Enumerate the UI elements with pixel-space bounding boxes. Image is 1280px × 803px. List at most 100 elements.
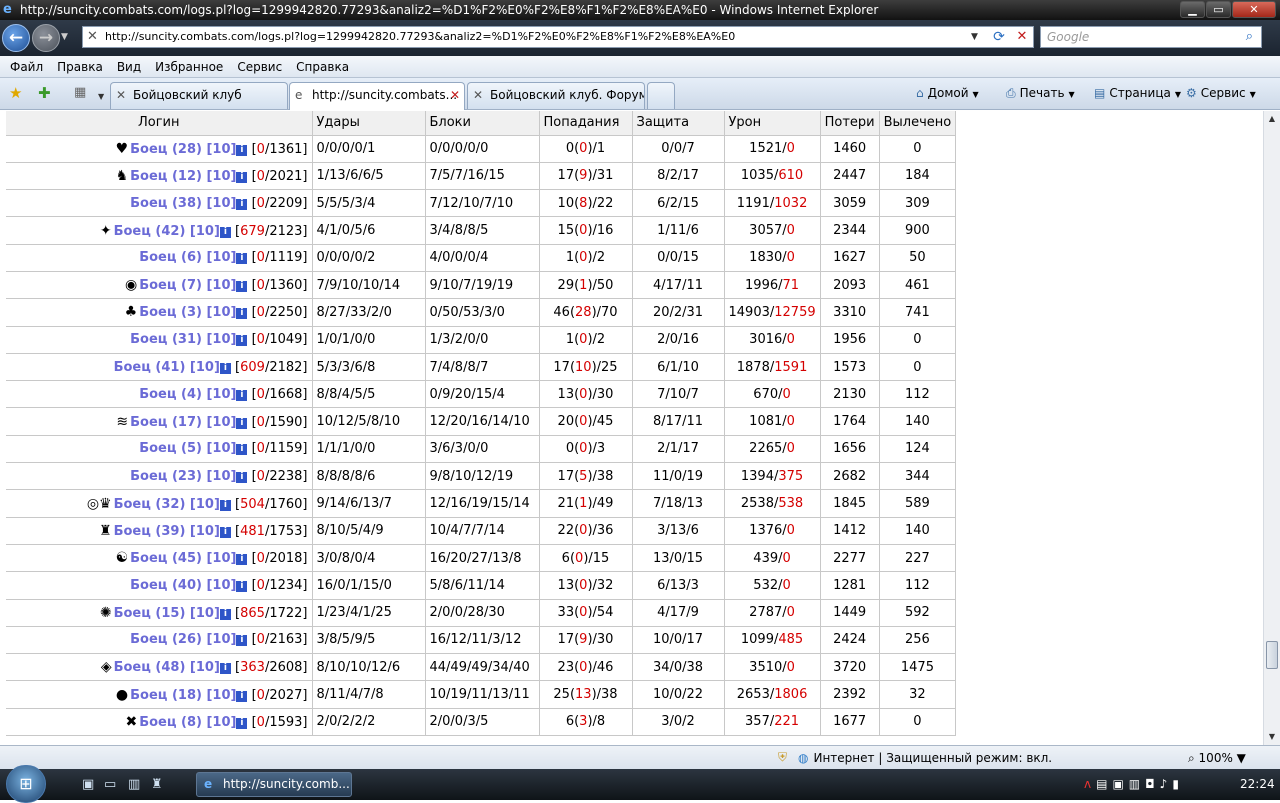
info-icon[interactable]: i (236, 389, 248, 401)
player-name[interactable]: Боец (17) [10] (130, 415, 236, 430)
show-desktop-icon[interactable]: ▭ (104, 777, 116, 792)
tab-close-icon[interactable]: ✕ (450, 83, 460, 108)
chevron-down-icon[interactable]: ▼ (1250, 90, 1256, 99)
stop-icon[interactable]: ✕ (1011, 27, 1033, 47)
info-icon[interactable]: i (236, 144, 248, 156)
taskbar-item-ie[interactable]: e http://suncity.comb... (196, 772, 352, 797)
player-name[interactable]: Боец (23) [10] (130, 469, 236, 484)
info-icon[interactable]: i (219, 608, 231, 620)
info-icon[interactable]: i (219, 526, 231, 538)
info-icon[interactable]: i (236, 580, 248, 592)
info-icon[interactable]: i (236, 281, 248, 293)
player-name[interactable]: Боец (40) [10] (130, 578, 236, 593)
player-name[interactable]: Боец (18) [10] (130, 688, 236, 703)
player-name[interactable]: Боец (8) [10] (139, 715, 236, 730)
player-name[interactable]: Боец (4) [10] (139, 387, 236, 402)
player-name[interactable]: Боец (48) [10] (114, 660, 220, 675)
player-name[interactable]: Боец (26) [10] (130, 632, 236, 647)
info-icon[interactable]: i (236, 417, 248, 429)
tab-logs[interactable]: e http://suncity.combats... ✕ (289, 82, 465, 110)
forward-button[interactable]: → (32, 24, 60, 52)
menu-file[interactable]: Файл (10, 60, 43, 74)
tray-app-icon[interactable]: ◘ (1145, 777, 1155, 791)
info-icon[interactable]: i (236, 444, 248, 456)
info-icon[interactable]: i (236, 690, 248, 702)
tray-app-icon[interactable]: ▤ (1096, 777, 1107, 791)
quicklaunch-icon[interactable]: ▣ (82, 777, 94, 792)
print-button[interactable]: ⎙ Печать ▼ (1006, 86, 1075, 101)
scroll-thumb[interactable] (1266, 641, 1278, 669)
player-name[interactable]: Боец (31) [10] (130, 332, 236, 347)
player-name[interactable]: Боец (42) [10] (114, 224, 220, 239)
antivirus-icon[interactable]: ᴧ (1084, 777, 1091, 791)
player-name[interactable]: Боец (6) [10] (139, 250, 236, 265)
minimize-button[interactable]: ▁ (1180, 1, 1205, 18)
player-name[interactable]: Боец (41) [10] (114, 360, 220, 375)
player-name[interactable]: Боец (32) [10] (114, 497, 220, 512)
info-icon[interactable]: i (219, 362, 231, 374)
app-icon[interactable]: ♜ (151, 777, 163, 792)
zoom-control[interactable]: ⌕ 100% ▼ (1188, 751, 1246, 766)
player-name[interactable]: Боец (38) [10] (130, 196, 236, 211)
search-input[interactable]: Google ⌕ (1040, 26, 1262, 48)
info-icon[interactable]: i (236, 198, 248, 210)
info-icon[interactable]: i (219, 226, 231, 238)
tab-combats-club[interactable]: ✕ Бойцовский клуб (110, 82, 288, 109)
info-icon[interactable]: i (219, 499, 231, 511)
info-icon[interactable]: i (236, 471, 248, 483)
chevron-down-icon[interactable]: ▼ (973, 90, 979, 99)
menu-favorites[interactable]: Избранное (155, 60, 223, 74)
close-button[interactable]: ✕ (1232, 1, 1276, 18)
favorites-star-icon[interactable]: ★ (9, 85, 22, 101)
menu-edit[interactable]: Правка (57, 60, 103, 74)
tools-button[interactable]: ⚙ Сервис ▼ (1186, 86, 1256, 100)
menu-view[interactable]: Вид (117, 60, 141, 74)
chevron-down-icon[interactable]: ▼ (1175, 90, 1181, 99)
clock[interactable]: 22:24 (1240, 777, 1275, 791)
tab-forum[interactable]: ✕ Бойцовский клуб. Форум... (467, 82, 645, 109)
table-row: Боец (23) [10] i [0/2238] 8/8/8/8/6 9/8/10/… (6, 462, 957, 491)
home-button[interactable]: ⌂ Домой ▼ (916, 86, 979, 100)
add-favorites-icon[interactable]: ✚ (38, 85, 51, 101)
player-name[interactable]: Боец (45) [10] (130, 551, 236, 566)
page-button[interactable]: ▤ Страница ▼ (1094, 86, 1181, 100)
url-field[interactable]: ✕ http://suncity.combats.com/logs.pl?log… (82, 26, 1034, 48)
tray-app-icon[interactable]: ▮ (1172, 777, 1179, 791)
info-icon[interactable]: i (236, 335, 248, 347)
back-button[interactable]: ← (2, 24, 30, 52)
maximize-button[interactable]: ▭ (1206, 1, 1231, 18)
vertical-scrollbar[interactable]: ▲ ▼ (1263, 111, 1280, 745)
scroll-up-icon[interactable]: ▲ (1264, 111, 1280, 127)
history-dropdown-icon[interactable]: ▼ (61, 32, 68, 42)
menu-tools[interactable]: Сервис (237, 60, 282, 74)
network-icon[interactable]: ▥ (1129, 777, 1140, 791)
info-icon[interactable]: i (219, 663, 231, 675)
player-name[interactable]: Боец (3) [10] (139, 305, 236, 320)
player-name[interactable]: Боец (5) [10] (139, 441, 236, 456)
player-name[interactable]: Боец (12) [10] (130, 169, 236, 184)
player-name[interactable]: Боец (39) [10] (114, 524, 220, 539)
search-icon[interactable]: ⌕ (1246, 27, 1253, 47)
info-icon[interactable]: i (236, 171, 248, 183)
chevron-down-icon[interactable]: ▼ (1069, 90, 1075, 99)
url-dropdown-icon[interactable]: ▼ (971, 27, 978, 47)
menu-help[interactable]: Справка (296, 60, 349, 74)
info-icon[interactable]: i (236, 253, 248, 265)
switch-windows-icon[interactable]: ▥ (128, 777, 140, 792)
info-icon[interactable]: i (236, 554, 248, 566)
tray-app-icon[interactable]: ▣ (1112, 777, 1123, 791)
volume-icon[interactable]: ♪ (1160, 777, 1168, 791)
info-icon[interactable]: i (236, 717, 248, 729)
info-icon[interactable]: i (236, 635, 248, 647)
player-name[interactable]: Боец (7) [10] (139, 278, 236, 293)
security-zone[interactable]: ◍ Интернет | Защищенный режим: вкл. (798, 751, 1052, 765)
player-name[interactable]: Боец (15) [10] (114, 606, 220, 621)
tab-list-dropdown-icon[interactable]: ▼ (98, 89, 104, 105)
info-icon[interactable]: i (236, 308, 248, 320)
new-tab-button[interactable] (647, 82, 675, 109)
quick-tabs-icon[interactable]: ▦ (74, 85, 86, 101)
scroll-down-icon[interactable]: ▼ (1264, 729, 1280, 745)
refresh-icon[interactable]: ⟳ (987, 27, 1011, 47)
start-button[interactable]: ⊞ (6, 765, 46, 803)
player-name[interactable]: Боец (28) [10] (130, 142, 236, 157)
